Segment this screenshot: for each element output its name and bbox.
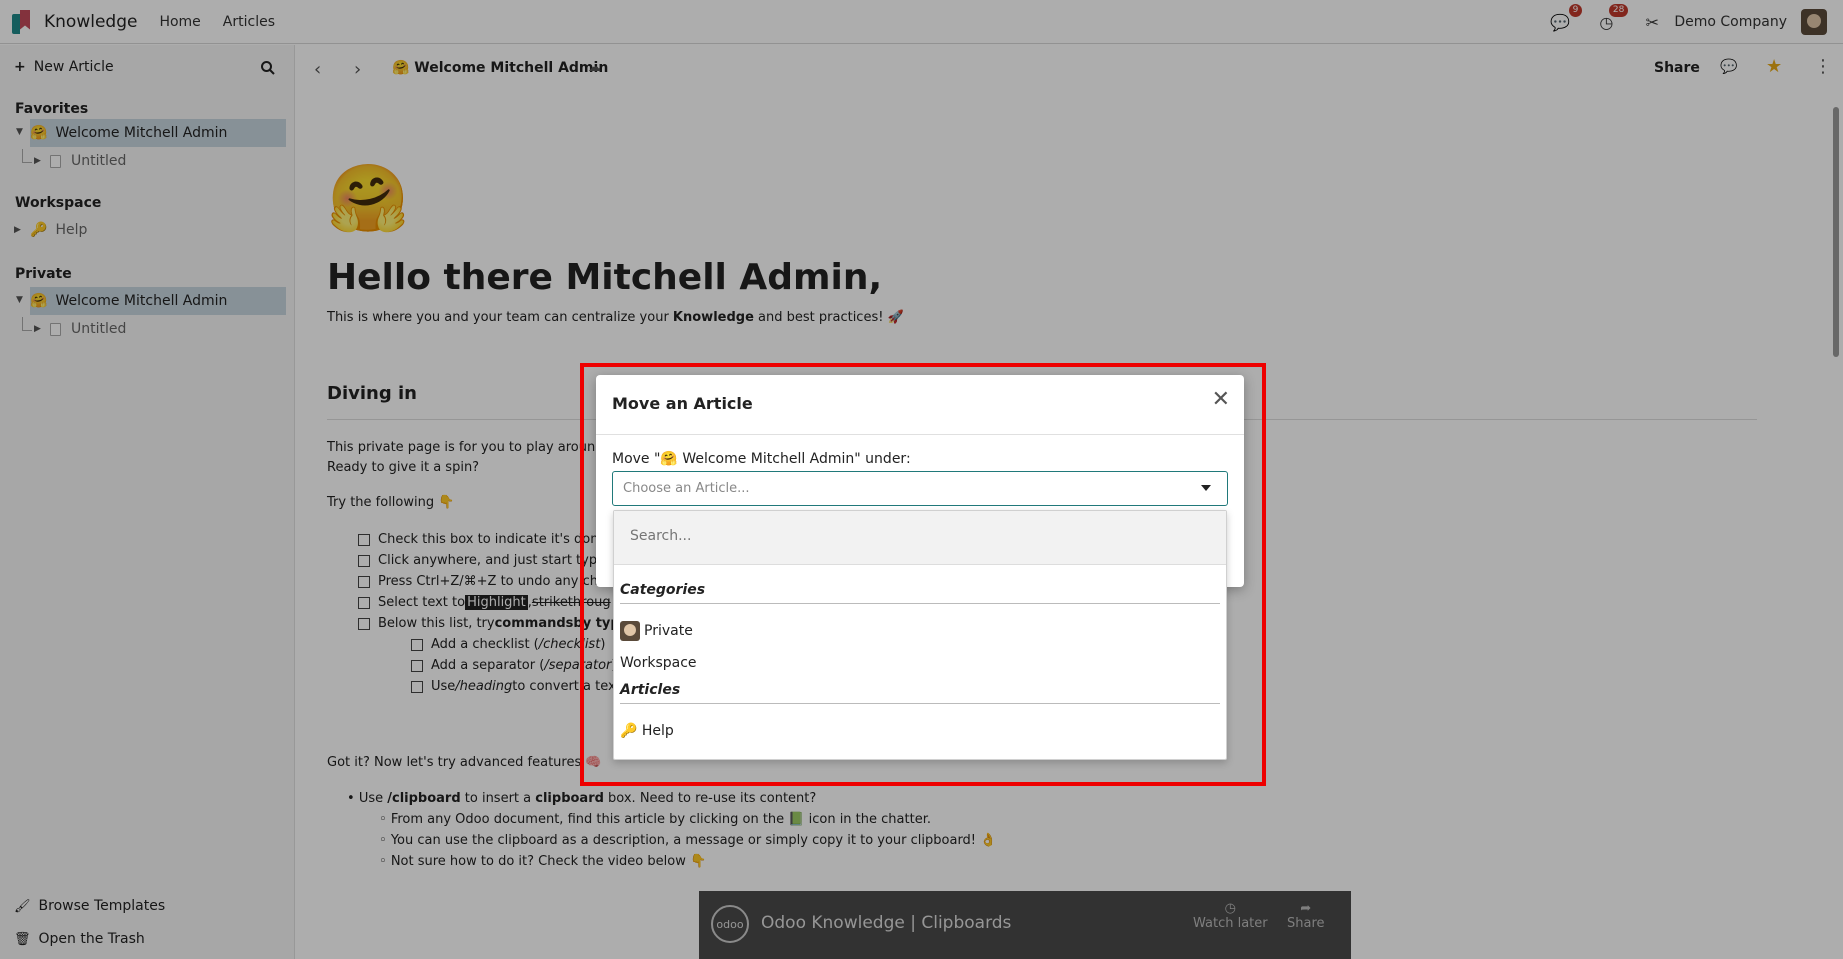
annotation-highlight xyxy=(580,363,1266,786)
